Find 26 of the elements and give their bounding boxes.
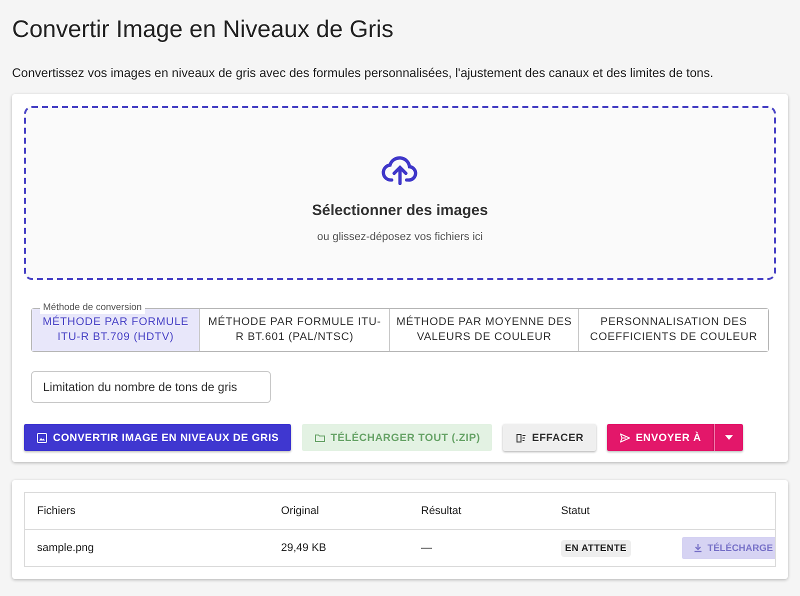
- drop-zone-hint: ou glissez-déposez vos fichiers ici: [317, 230, 483, 242]
- result-size: —: [421, 542, 432, 554]
- page-description: Convertissez vos images en niveaux de gris avec des formules personnalisées, l'ajustement des canaux et des limites de tons.: [12, 65, 714, 81]
- dropdown-button[interactable]: [714, 424, 743, 451]
- method-legend: Méthode de conversion: [40, 302, 145, 314]
- send-button[interactable]: ENVOYER À: [606, 424, 714, 451]
- method-option[interactable]: MÉTHODE PAR FORMULE ITU-R BT.709 (HDTV): [32, 309, 200, 351]
- folder-icon: [314, 432, 326, 444]
- original-size: 29,49 KB: [281, 542, 326, 554]
- column-header: Statut: [561, 505, 590, 517]
- clear-button[interactable]: EFFACER: [502, 424, 596, 451]
- send-icon: [618, 432, 631, 444]
- download-icon: [692, 542, 704, 554]
- tone-limit-field[interactable]: Limitation du nombre de tons de gris: [31, 371, 271, 403]
- image-icon: [36, 432, 48, 444]
- convert-button[interactable]: CONVERTIR IMAGE EN NIVEAUX DE GRIS: [24, 424, 291, 451]
- page-title: Convertir Image en Niveaux de Gris: [12, 15, 394, 45]
- method-option[interactable]: PERSONNALISATION DES COEFFICIENTS DE COULEUR: [578, 309, 768, 351]
- column-header: Résultat: [421, 505, 462, 517]
- file-name: sample.png: [37, 542, 94, 554]
- column-header: Fichiers: [37, 505, 76, 517]
- status-badge: EN ATTENTE: [561, 540, 631, 557]
- drop-zone[interactable]: Sélectionner des images ou glissez-déposez vos fichiers ici: [24, 106, 776, 280]
- column-header: Original: [281, 505, 319, 517]
- drop-zone-title: Sélectionner des images: [312, 202, 488, 218]
- caret-icon: [724, 435, 733, 440]
